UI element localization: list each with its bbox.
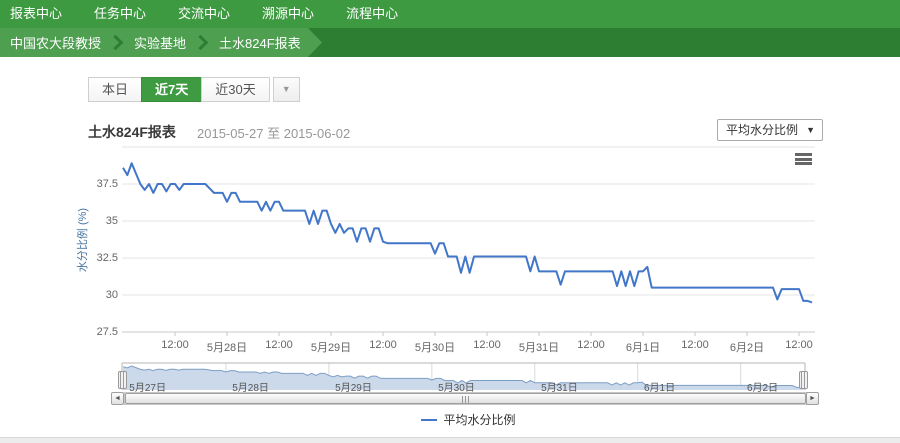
- chevron-down-icon: ▼: [806, 120, 815, 140]
- y-axis-tick-label: 27.5: [97, 326, 118, 338]
- page-title: 土水824F报表: [88, 122, 176, 142]
- x-axis-tick-label: 5月28日: [207, 339, 247, 355]
- breadcrumb: 中国农大段教授 实验基地 土水824F报表: [0, 28, 322, 57]
- x-axis-tick-label: 12:00: [369, 339, 397, 351]
- y-axis-tick-label: 35: [106, 215, 118, 227]
- series-select-value: 平均水分比例: [726, 123, 798, 137]
- nav-item-exchange-center[interactable]: 交流中心: [162, 0, 246, 28]
- y-axis-tick-label: 37.5: [97, 178, 118, 190]
- date-range-button-group: 本日 近7天 近30天 ▼: [88, 77, 300, 102]
- y-axis-title: 水分比例 (%): [74, 195, 90, 285]
- x-axis-tick-label: 5月30日: [415, 339, 455, 355]
- range-button-7days[interactable]: 近7天: [141, 77, 202, 102]
- scrollbar-right-arrow[interactable]: ►: [806, 392, 819, 405]
- navigator-series-line: [123, 366, 805, 388]
- nav-item-task-center[interactable]: 任务中心: [78, 0, 162, 28]
- x-axis-tick-label: 12:00: [577, 339, 605, 351]
- hamburger-icon: [795, 158, 812, 161]
- navigator-right-handle[interactable]: [799, 371, 808, 389]
- report-date-range: 2015-05-27 至 2015-06-02: [197, 123, 350, 142]
- y-axis-tick-label: 32.5: [97, 252, 118, 264]
- nav-item-process-center[interactable]: 流程中心: [330, 0, 414, 28]
- navigator-left-handle[interactable]: [118, 371, 127, 389]
- nav-item-trace-center[interactable]: 溯源中心: [246, 0, 330, 28]
- chart-context-menu-button[interactable]: [794, 152, 813, 167]
- scrollbar-thumb[interactable]: [125, 393, 806, 404]
- x-axis-tick-label: 12:00: [161, 339, 189, 351]
- breadcrumb-bar: 中国农大段教授 实验基地 土水824F报表: [0, 28, 900, 57]
- navigator-area[interactable]: [123, 366, 805, 390]
- x-axis-tick-label: 6月1日: [626, 339, 660, 355]
- range-button-today[interactable]: 本日: [88, 77, 142, 102]
- x-axis-tick-label: 12:00: [785, 339, 813, 351]
- bottom-divider: [0, 437, 900, 443]
- range-button-30days[interactable]: 近30天: [201, 77, 269, 102]
- x-axis-tick-label: 12:00: [473, 339, 501, 351]
- top-navigation-bar: 报表中心 任务中心 交流中心 溯源中心 流程中心: [0, 0, 900, 28]
- chevron-right-icon: [193, 35, 209, 51]
- breadcrumb-item-professor[interactable]: 中国农大段教授: [10, 33, 101, 52]
- legend-item-average-moisture[interactable]: 平均水分比例: [122, 411, 815, 428]
- nav-item-report-center[interactable]: 报表中心: [0, 0, 78, 28]
- legend-line-marker: [421, 419, 437, 421]
- hamburger-icon: [795, 153, 812, 156]
- chart-axis-labels: 37.5 35 32.5 30 27.5 12:00 5月28日 12:00 5月29日 12:0…: [0, 0, 900, 443]
- breadcrumb-item-base[interactable]: 实验基地: [134, 33, 186, 52]
- chevron-right-icon: [108, 35, 124, 51]
- range-dropdown-button[interactable]: ▼: [273, 77, 300, 102]
- moisture-line-chart: [0, 0, 900, 443]
- x-axis-tick-label: 12:00: [681, 339, 709, 351]
- x-axis-tick-label: 6月2日: [730, 339, 764, 355]
- breadcrumb-item-report[interactable]: 土水824F报表: [219, 33, 301, 52]
- legend-label: 平均水分比例: [443, 411, 515, 428]
- grip-icon: [462, 396, 470, 403]
- x-axis-tick-label: 5月31日: [519, 339, 559, 355]
- series-select[interactable]: 平均水分比例 ▼: [717, 119, 823, 141]
- hamburger-icon: [795, 162, 812, 165]
- main-series-line: [123, 163, 812, 302]
- y-axis-tick-label: 30: [106, 289, 118, 301]
- x-axis-tick-label: 12:00: [265, 339, 293, 351]
- x-axis-tick-label: 5月29日: [311, 339, 351, 355]
- scrollbar-left-arrow[interactable]: ◄: [111, 392, 124, 405]
